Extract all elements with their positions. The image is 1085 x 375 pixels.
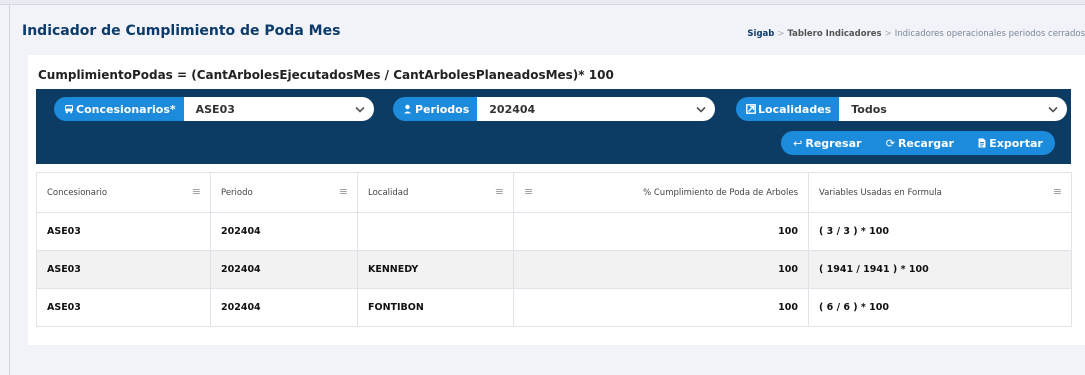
localidades-filter: Localidades Todos: [736, 97, 1068, 121]
concesionarios-value: ASE03: [195, 102, 235, 116]
results-table: Concesionario ≡ Periodo ≡ Localidad ≡ ≡% Cu…: [36, 172, 1072, 327]
person-pin-icon: [404, 104, 411, 114]
reload-icon: ⟳: [885, 136, 895, 150]
filter-panel: Concesionarios* ASE03 Periodos 202404 Lo…: [36, 89, 1071, 164]
formula-text: CumplimientoPodas = (CantArbolesEjecutad…: [38, 68, 614, 82]
column-header-concesionario[interactable]: Concesionario ≡: [36, 172, 211, 213]
localidades-label: Localidades: [758, 102, 832, 116]
breadcrumb-home-link[interactable]: Sigab: [747, 29, 774, 39]
localidades-badge: Localidades: [736, 97, 840, 121]
concesionarios-label: Concesionarios*: [76, 102, 176, 116]
periodos-badge: Periodos: [393, 97, 478, 121]
localidades-select[interactable]: Todos: [839, 97, 1068, 121]
page-title: Indicador de Cumplimiento de Poda Mes: [22, 23, 341, 39]
cell-variables: ( 1941 / 1941 ) * 100: [808, 250, 1072, 289]
cell-localidad: [357, 212, 514, 251]
regresar-button[interactable]: ↩ Regresar: [793, 137, 861, 150]
table-row: ASE03 202404 KENNEDY 100 ( 1941 / 1941 )…: [36, 250, 1072, 289]
chevron-down-icon: [1047, 103, 1059, 115]
cell-concesionario: ASE03: [36, 288, 211, 327]
breadcrumb-current: Indicadores operacionales periodos cerra…: [894, 29, 1085, 39]
table-row: ASE03 202404 FONTIBON 100 ( 6 / 6 ) * 10…: [36, 288, 1072, 327]
action-buttons-group: ↩ Regresar ⟳ Recargar Exportar: [781, 131, 1055, 155]
filter-icon[interactable]: ≡: [524, 186, 533, 197]
filter-icon[interactable]: ≡: [495, 186, 504, 197]
map-square-icon: [746, 104, 756, 114]
cell-variables: ( 6 / 6 ) * 100: [808, 288, 1072, 327]
regresar-label: Regresar: [805, 136, 862, 150]
cell-localidad: KENNEDY: [357, 250, 514, 289]
cell-cumplimiento: 100: [513, 288, 809, 327]
cell-concesionario: ASE03: [36, 250, 211, 289]
indicator-card: CumplimientoPodas = (CantArbolesEjecutad…: [28, 55, 1085, 345]
page-header: Indicador de Cumplimiento de Poda Mes Si…: [10, 5, 1085, 52]
breadcrumb-separator-icon: >: [884, 29, 892, 39]
periodos-value: 202404: [489, 102, 536, 116]
periodos-select[interactable]: 202404: [477, 97, 716, 121]
cell-concesionario: ASE03: [36, 212, 211, 251]
cell-cumplimiento: 100: [513, 250, 809, 289]
breadcrumb-separator-icon: >: [777, 29, 785, 39]
column-header-variables[interactable]: Variables Usadas en Formula ≡: [808, 172, 1072, 213]
cell-localidad: FONTIBON: [357, 288, 514, 327]
exportar-label: Exportar: [989, 136, 1043, 150]
column-header-cumplimiento[interactable]: ≡% Cumplimiento de Poda de Arboles: [513, 172, 809, 213]
concesionarios-filter: Concesionarios* ASE03: [54, 97, 374, 121]
recargar-label: Recargar: [897, 136, 954, 150]
localidades-value: Todos: [851, 102, 887, 116]
concesionarios-badge: Concesionarios*: [54, 97, 184, 121]
recargar-button[interactable]: ⟳ Recargar: [886, 137, 954, 150]
cell-variables: ( 3 / 3 ) * 100: [808, 212, 1072, 251]
breadcrumb-tablero-link[interactable]: Tablero Indicadores: [787, 29, 881, 39]
cell-periodo: 202404: [210, 288, 358, 327]
periodos-filter: Periodos 202404: [393, 97, 716, 121]
filter-icon[interactable]: ≡: [192, 186, 201, 197]
concesionarios-select[interactable]: ASE03: [183, 97, 374, 121]
breadcrumb: Sigab > Tablero Indicadores > Indicadores op…: [747, 29, 1085, 39]
column-header-periodo[interactable]: Periodo ≡: [210, 172, 358, 213]
left-border: [9, 5, 10, 375]
cell-periodo: 202404: [210, 250, 358, 289]
table-row: ASE03 202404 100 ( 3 / 3 ) * 100: [36, 212, 1072, 251]
cell-cumplimiento: 100: [513, 212, 809, 251]
file-export-icon: [978, 138, 986, 148]
chevron-down-icon: [354, 103, 366, 115]
bus-icon: [65, 105, 73, 114]
filter-icon[interactable]: ≡: [1053, 186, 1062, 197]
cell-periodo: 202404: [210, 212, 358, 251]
column-header-localidad[interactable]: Localidad ≡: [357, 172, 514, 213]
periodos-label: Periodos: [415, 102, 470, 116]
filter-icon[interactable]: ≡: [339, 186, 348, 197]
table-header-row: Concesionario ≡ Periodo ≡ Localidad ≡ ≡% Cu…: [36, 172, 1072, 213]
return-arrow-icon: ↩: [793, 136, 803, 150]
chevron-down-icon: [695, 103, 707, 115]
exportar-button[interactable]: Exportar: [978, 137, 1043, 150]
